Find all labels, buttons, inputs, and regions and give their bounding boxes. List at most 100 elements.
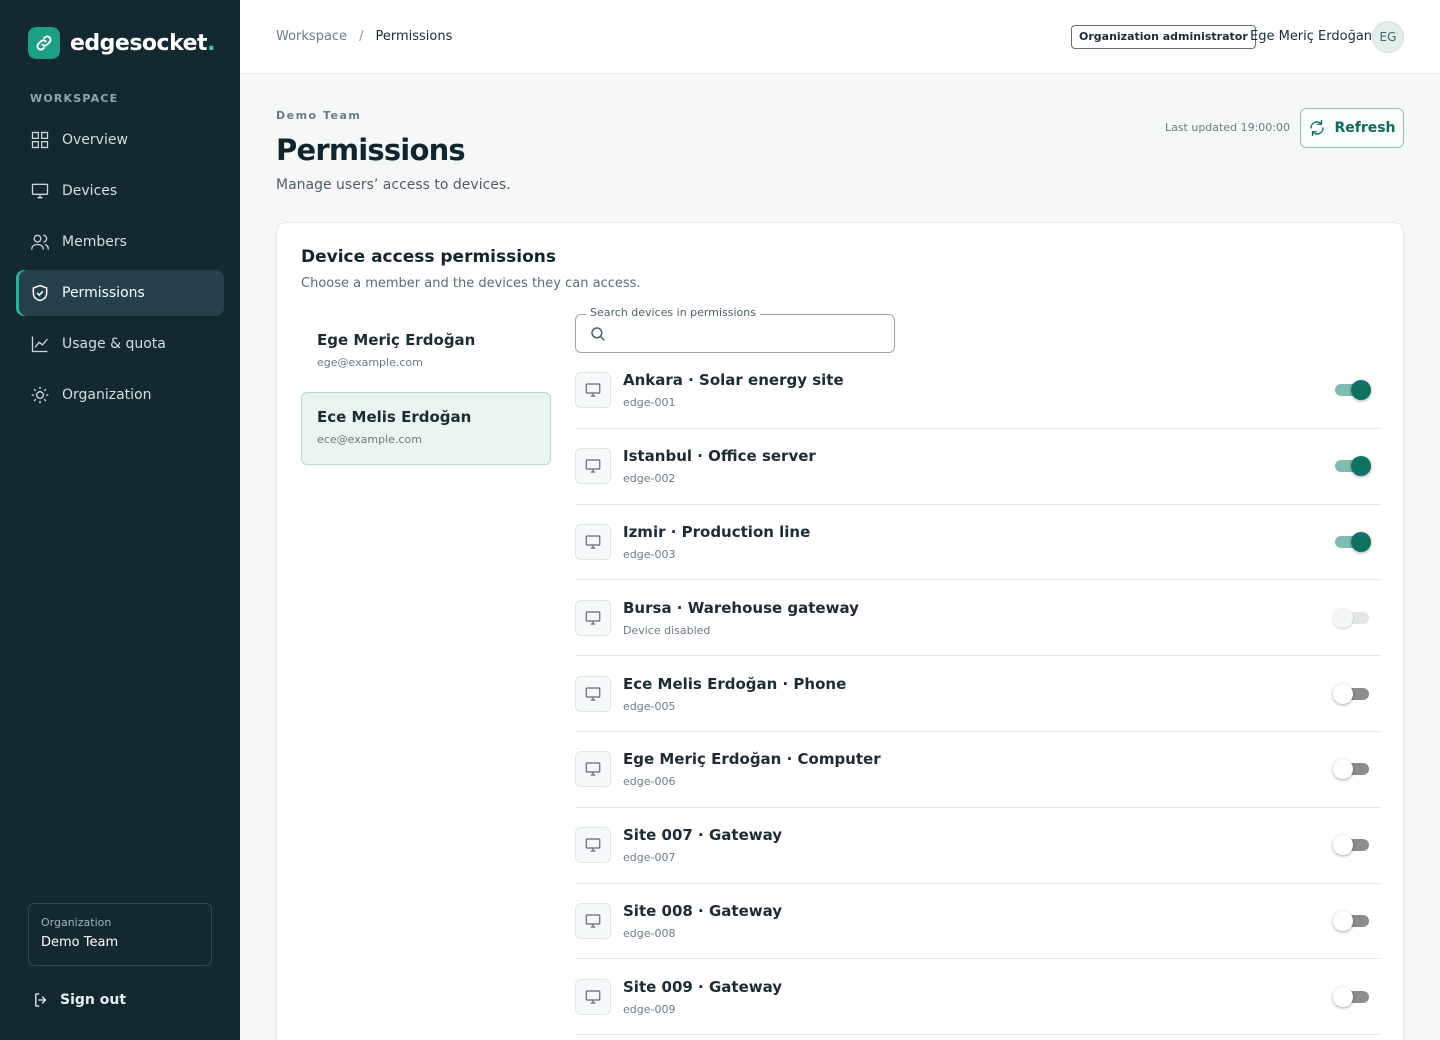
monitor-icon [575, 372, 611, 409]
device-id: edge-008 [623, 926, 676, 940]
device-row: Site 008 · Gateway edge-008 [575, 884, 1381, 960]
device-name: Ankara · Solar energy site [623, 371, 844, 390]
device-name: Istanbul · Office server [623, 447, 816, 466]
access-toggle[interactable] [1333, 910, 1371, 932]
device-row: Istanbul · Office server edge-002 [575, 429, 1381, 505]
sidebar-item-devices[interactable]: Devices [16, 168, 224, 214]
monitor-icon [31, 183, 49, 199]
link-icon [28, 27, 60, 59]
device-id: edge-009 [623, 1002, 676, 1016]
access-toggle[interactable] [1333, 834, 1371, 856]
member-email: ege@example.com [317, 356, 423, 369]
card-title: Device access permissions [301, 247, 556, 267]
device-name: Ege Meriç Erdoğan · Computer [623, 750, 881, 769]
access-toggle[interactable] [1333, 455, 1371, 477]
sign-out-icon [35, 993, 47, 1007]
device-row: Ankara · Solar energy site edge-001 [575, 353, 1381, 429]
device-name: Site 007 · Gateway [623, 826, 783, 845]
device-id: edge-005 [623, 699, 676, 713]
sidebar-section-label: WORKSPACE [30, 92, 119, 105]
sidebar-item-usage[interactable]: Usage & quota [16, 321, 224, 367]
sidebar-item-label: Devices [62, 183, 118, 199]
member-list: Ege Meriç Erdoğan ege@example.com Ece Me… [301, 315, 551, 469]
refresh-icon [1310, 119, 1325, 137]
users-icon [31, 234, 49, 250]
monitor-icon [575, 751, 611, 788]
device-row: Bursa · Warehouse gateway Device disabled [575, 580, 1381, 657]
device-row: Ece Melis Erdoğan · Phone edge-005 [575, 656, 1381, 732]
device-id: edge-007 [623, 851, 676, 865]
access-toggle[interactable] [1333, 683, 1371, 705]
search-icon [591, 327, 605, 341]
sun-icon [31, 386, 49, 404]
sign-out-label: Sign out [60, 992, 127, 1008]
device-name: Site 009 · Gateway [623, 977, 783, 996]
member-name: Ege Meriç Erdoğan [317, 331, 476, 349]
chart-line-icon [31, 336, 49, 353]
organization-box[interactable]: Organization Demo Team [28, 903, 212, 966]
grid-icon [31, 131, 49, 149]
access-toggle[interactable] [1333, 986, 1371, 1008]
device-list: Ankara · Solar energy site edge-001 Istan… [575, 353, 1381, 1036]
sidebar: edgesocket. WORKSPACE Overview Devices M… [0, 0, 240, 1040]
monitor-icon [575, 599, 611, 636]
card-subtitle: Choose a member and the devices they can… [301, 276, 641, 291]
monitor-icon [575, 902, 611, 939]
search-field: Search devices in permissions [575, 306, 895, 353]
organization-name: Demo Team [41, 935, 119, 950]
user-name: Ege Meriç Erdoğan [1250, 29, 1373, 44]
sidebar-item-label: Organization [62, 387, 152, 403]
access-toggle[interactable] [1333, 607, 1371, 629]
breadcrumb-workspace[interactable]: Workspace [276, 29, 347, 44]
sidebar-item-permissions[interactable]: Permissions [16, 270, 224, 316]
sidebar-item-members[interactable]: Members [16, 219, 224, 265]
topbar: Workspace / Permissions Organization adm… [240, 0, 1440, 74]
device-row: Site 009 · Gateway edge-009 [575, 959, 1381, 1036]
page-title: Permissions [276, 133, 466, 167]
sidebar-item-organization[interactable]: Organization [16, 372, 224, 418]
breadcrumb: Workspace / Permissions [276, 29, 452, 44]
sidebar-item-label: Members [62, 234, 127, 250]
monitor-icon [575, 978, 611, 1015]
access-toggle[interactable] [1333, 758, 1371, 780]
device-id: edge-003 [623, 547, 676, 561]
brand-name: edgesocket. [70, 30, 215, 56]
refresh-button[interactable]: Refresh [1300, 108, 1404, 148]
member-item-ege[interactable]: Ege Meriç Erdoğan ege@example.com [301, 315, 551, 388]
team-label: Demo Team [276, 109, 362, 122]
monitor-icon [575, 675, 611, 712]
role-badge: Organization administrator [1071, 25, 1256, 49]
monitor-icon [575, 523, 611, 560]
access-toggle[interactable] [1333, 531, 1371, 553]
device-row: Ege Meriç Erdoğan · Computer edge-006 [575, 732, 1381, 808]
search-input[interactable] [616, 322, 886, 346]
page-subtitle: Manage users’ access to devices. [276, 177, 511, 193]
shield-icon [32, 284, 48, 302]
device-name: Site 008 · Gateway [623, 901, 783, 920]
device-name: Izmir · Production line [623, 522, 811, 541]
sidebar-nav: Overview Devices Members Permissions Usa… [16, 117, 224, 423]
member-item-ece[interactable]: Ece Melis Erdoğan ece@example.com [301, 392, 551, 465]
device-row: Izmir · Production line edge-003 [575, 505, 1381, 581]
monitor-icon [575, 448, 611, 485]
device-id: edge-006 [623, 775, 676, 789]
avatar[interactable]: EG [1372, 21, 1404, 53]
member-name: Ece Melis Erdoğan [317, 408, 472, 426]
sidebar-item-overview[interactable]: Overview [16, 117, 224, 163]
organization-label: Organization [41, 916, 112, 929]
device-id: edge-001 [623, 396, 676, 410]
device-name: Ece Melis Erdoğan · Phone [623, 674, 847, 693]
brand-logo[interactable]: edgesocket. [28, 27, 215, 59]
sign-out-button[interactable]: Sign out [32, 991, 126, 1009]
device-row: Site 007 · Gateway edge-007 [575, 808, 1381, 884]
access-toggle[interactable] [1333, 379, 1371, 401]
sidebar-item-label: Permissions [62, 285, 145, 301]
breadcrumb-separator: / [359, 29, 364, 44]
permissions-card: Device access permissions Choose a membe… [276, 222, 1404, 1040]
member-email: ece@example.com [317, 433, 422, 446]
refresh-label: Refresh [1334, 120, 1396, 136]
search-label: Search devices in permissions [586, 306, 760, 319]
sidebar-item-label: Usage & quota [62, 336, 166, 352]
device-status: Device disabled [623, 623, 711, 637]
last-updated: Last updated 19:00:00 [1164, 121, 1290, 134]
